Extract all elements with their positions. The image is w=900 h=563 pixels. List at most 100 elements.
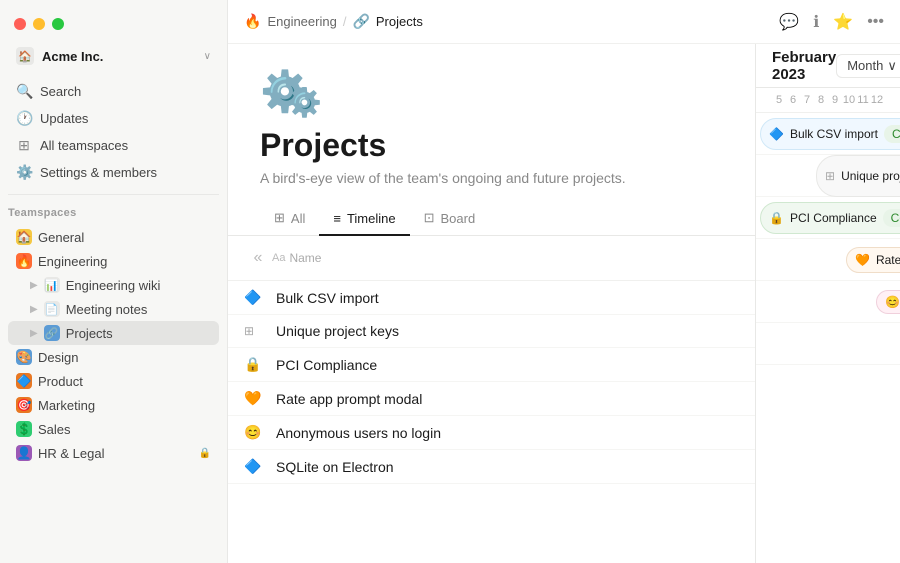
updates-label: Updates (40, 111, 88, 126)
product-icon: 🔷 (16, 373, 32, 389)
rate-app-timeline-icon: 🧡 (855, 253, 870, 267)
sidebar-item-product[interactable]: 🔷 Product (8, 369, 219, 393)
page-description: A bird's-eye view of the team's ongoing … (260, 170, 723, 186)
sidebar-item-marketing[interactable]: 🎯 Marketing (8, 393, 219, 417)
unique-keys-icon: ⊞ (244, 324, 268, 338)
nav-item-updates[interactable]: 🕐 Updates (8, 105, 219, 132)
table-row[interactable]: 🔷 SQLite on Electron (228, 450, 755, 484)
breadcrumb: 🔥 Engineering / 🔗 Projects (244, 13, 423, 30)
grid-tab-icon: ⊞ (274, 210, 285, 226)
minimize-button[interactable] (33, 18, 45, 30)
gear-icon: ⚙️ (16, 164, 32, 181)
table-row[interactable]: 😊 Anonymous users no login (228, 416, 755, 450)
lock-icon: 🔒 (199, 448, 211, 459)
workspace-selector[interactable]: 🏠 Acme Inc. ∨ (8, 42, 219, 70)
meeting-notes-icon: 📄 (44, 301, 60, 317)
sidebar-item-design[interactable]: 🎨 Design (8, 345, 219, 369)
general-icon: 🏠 (16, 229, 32, 245)
page-content: ⚙️⚙️ Projects A bird's-eye view of the t… (228, 44, 900, 563)
info-icon[interactable]: ℹ (813, 12, 819, 32)
pci-timeline-label: PCI Compliance (790, 211, 877, 225)
clock-icon: 🕐 (16, 110, 32, 127)
breadcrumb-parent: Engineering (267, 14, 336, 29)
wiki-icon: 📊 (44, 277, 60, 293)
window-controls (0, 8, 227, 38)
pci-icon: 🔒 (244, 356, 268, 373)
anon-users-timeline-icon: 😊 (885, 295, 900, 309)
timeline-row-pci[interactable]: 🔒 PCI Compliance Complete 👤 (756, 197, 900, 239)
sidebar-item-general[interactable]: 🏠 General (8, 225, 219, 249)
sidebar-item-hr-legal[interactable]: 👤 HR & Legal 🔒 (8, 441, 219, 465)
projects-icon: 🔗 (44, 325, 60, 341)
timeline-row-unique-keys[interactable]: ⊞ Unique project keys In flight 👤 (756, 155, 900, 197)
grid-icon: ⊞ (16, 137, 32, 154)
name-column-header: Name (289, 251, 739, 265)
sales-label: Sales (38, 422, 71, 437)
chevron-down-icon: ∨ (204, 51, 211, 62)
teamspaces-section-label: Teamspaces (0, 199, 227, 221)
workspace-icon: 🏠 (16, 47, 34, 65)
timeline-row-anon-users[interactable]: 😊 Anonymous users (756, 281, 900, 323)
table-rows: 🔷 Bulk CSV import ⊞ Unique project keys … (228, 281, 755, 484)
unique-keys-timeline-icon: ⊞ (825, 169, 835, 183)
star-icon[interactable]: ⭐ (833, 12, 853, 32)
more-options-icon[interactable]: ••• (867, 13, 884, 31)
bulk-csv-name: Bulk CSV import (276, 290, 379, 306)
projects-label: Projects (66, 326, 113, 341)
date-7: 7 (800, 88, 814, 112)
comment-icon[interactable]: 💬 (779, 12, 799, 32)
timeline-month-year: February 2023 (772, 49, 836, 83)
collapse-button[interactable]: « (244, 244, 272, 272)
table-row[interactable]: 🧡 Rate app prompt modal (228, 382, 755, 416)
breadcrumb-separator: / (343, 14, 347, 29)
sidebar-item-projects[interactable]: ▶ 🔗 Projects (8, 321, 219, 345)
rate-app-icon: 🧡 (244, 390, 268, 407)
sidebar-item-meeting-notes[interactable]: ▶ 📄 Meeting notes (8, 297, 219, 321)
month-selector[interactable]: Month ∨ (836, 54, 900, 78)
nav-item-all-teamspaces[interactable]: ⊞ All teamspaces (8, 132, 219, 159)
tab-all[interactable]: ⊞ All (260, 202, 319, 236)
rate-app-timeline-label: Rate app prompt modal (876, 253, 900, 267)
nav-item-search[interactable]: 🔍 Search (8, 78, 219, 105)
sidebar-item-engineering-wiki[interactable]: ▶ 📊 Engineering wiki (8, 273, 219, 297)
sidebar-item-engineering[interactable]: 🔥 Engineering (8, 249, 219, 273)
tab-timeline[interactable]: ≡ Timeline (319, 202, 409, 236)
topbar: 🔥 Engineering / 🔗 Projects 💬 ℹ ⭐ ••• (228, 0, 900, 44)
page-header: ⚙️⚙️ Projects A bird's-eye view of the t… (228, 44, 755, 202)
engineering-breadcrumb-icon: 🔥 (244, 13, 261, 30)
close-button[interactable] (14, 18, 26, 30)
nav-item-settings[interactable]: ⚙️ Settings & members (8, 159, 219, 186)
sales-icon: 💲 (16, 421, 32, 437)
bulk-csv-icon: 🔷 (244, 289, 268, 306)
timeline-row-sqlite[interactable]: 🔷 SQLite on Electron Pla… (756, 323, 900, 365)
timeline-row-bulk-csv[interactable]: 🔷 Bulk CSV import Complete 👤 (756, 113, 900, 155)
sqlite-name: SQLite on Electron (276, 459, 394, 475)
settings-label: Settings & members (40, 165, 157, 180)
tab-timeline-label: Timeline (347, 211, 396, 226)
date-9: 9 (828, 88, 842, 112)
pci-timeline-icon: 🔒 (769, 211, 784, 225)
pci-status-badge: Complete (883, 209, 900, 227)
page-title: Projects (260, 127, 723, 164)
workspace-name: Acme Inc. (42, 49, 196, 64)
sidebar: 🏠 Acme Inc. ∨ 🔍 Search 🕐 Updates ⊞ All t… (0, 0, 228, 563)
design-icon: 🎨 (16, 349, 32, 365)
maximize-button[interactable] (52, 18, 64, 30)
table-row[interactable]: ⊞ Unique project keys (228, 315, 755, 348)
table-row[interactable]: 🔷 Bulk CSV import (228, 281, 755, 315)
timeline-row-rate-app[interactable]: 🧡 Rate app prompt modal Compl… (756, 239, 900, 281)
sidebar-divider (8, 194, 219, 195)
sqlite-icon: 🔷 (244, 458, 268, 475)
table-header: « Aa Name (228, 236, 755, 281)
bulk-csv-status-badge: Complete (884, 125, 900, 143)
sidebar-item-sales[interactable]: 💲 Sales (8, 417, 219, 441)
engineering-icon: 🔥 (16, 253, 32, 269)
tab-board[interactable]: ⊡ Board (410, 202, 490, 236)
marketing-label: Marketing (38, 398, 95, 413)
page-icon: ⚙️⚙️ (260, 68, 723, 115)
product-label: Product (38, 374, 83, 389)
aa-label: Aa (272, 252, 285, 264)
meeting-notes-label: Meeting notes (66, 302, 148, 317)
table-row[interactable]: 🔒 PCI Compliance (228, 348, 755, 382)
hr-icon: 👤 (16, 445, 32, 461)
